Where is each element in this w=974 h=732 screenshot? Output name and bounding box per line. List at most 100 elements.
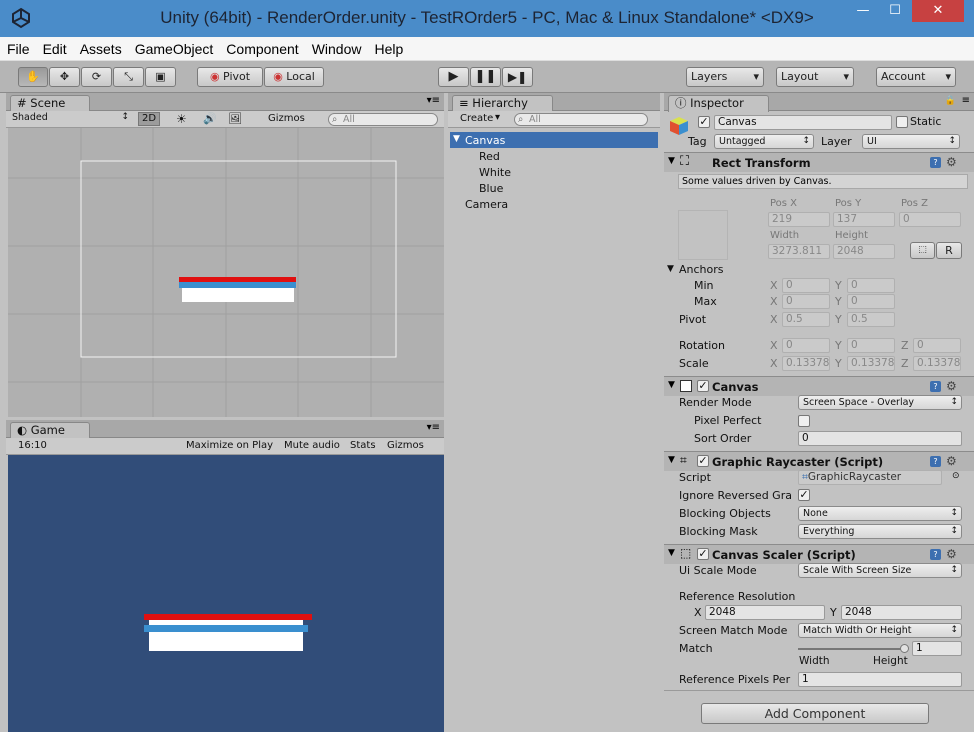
- panel-menu-icon[interactable]: ▾≡: [427, 95, 440, 106]
- reference-y-field[interactable]: 2048: [841, 605, 962, 620]
- ui-scale-mode-dropdown[interactable]: Scale With Screen Size: [798, 563, 962, 578]
- play-button[interactable]: ▶: [438, 67, 469, 87]
- hierarchy-search-input[interactable]: ⌕ All: [514, 113, 648, 126]
- active-checkbox[interactable]: ✓: [698, 116, 710, 128]
- scale-tool-button[interactable]: ⤡: [113, 67, 144, 87]
- render-mode-dropdown[interactable]: Screen Space - Overlay: [798, 395, 962, 410]
- menu-edit[interactable]: Edit: [36, 37, 73, 57]
- collapse-arrow-icon[interactable]: ▼: [668, 156, 675, 166]
- hand-tool-button[interactable]: ✋: [18, 67, 48, 87]
- add-component-button[interactable]: Add Component: [701, 703, 929, 724]
- game-view[interactable]: [8, 455, 444, 732]
- raw-edit-button[interactable]: R: [936, 242, 962, 259]
- canvas-scaler-header[interactable]: ▼ ⬚ ✓ Canvas Scaler (Script) ? ⚙: [664, 544, 974, 564]
- menu-gameobject[interactable]: GameObject: [128, 37, 220, 57]
- local-button[interactable]: ◉ Local: [264, 67, 324, 87]
- canvas-component-header[interactable]: ▼ ✓ Canvas ? ⚙: [664, 376, 974, 396]
- gear-icon[interactable]: ⚙: [946, 454, 957, 468]
- account-dropdown[interactable]: Account ▾: [876, 67, 956, 87]
- maximize-button[interactable]: ☐: [880, 0, 910, 22]
- game-gizmos-dropdown[interactable]: Gizmos: [387, 440, 424, 451]
- red-image[interactable]: [179, 277, 296, 282]
- help-icon[interactable]: ?: [930, 456, 941, 467]
- shading-dropdown[interactable]: Shaded: [8, 111, 132, 126]
- menu-window[interactable]: Window: [305, 37, 368, 57]
- list-item[interactable]: Camera: [465, 198, 508, 211]
- match-slider-thumb[interactable]: [900, 644, 909, 653]
- panel-menu-icon[interactable]: ≡: [962, 95, 970, 106]
- tab-scene[interactable]: # Scene: [10, 95, 91, 112]
- audio-icon[interactable]: 🔊: [203, 112, 217, 125]
- 2d-toggle[interactable]: 2D: [138, 112, 160, 126]
- blocking-mask-dropdown[interactable]: Everything: [798, 524, 962, 539]
- lighting-icon[interactable]: ☀: [176, 112, 187, 126]
- rect-tool-button[interactable]: ▣: [145, 67, 176, 87]
- maximize-on-play-toggle[interactable]: Maximize on Play: [186, 440, 273, 451]
- collapse-arrow-icon[interactable]: ▼: [667, 264, 674, 274]
- blocking-objects-dropdown[interactable]: None: [798, 506, 962, 521]
- help-icon[interactable]: ?: [930, 157, 941, 168]
- anchor-preset-button[interactable]: [678, 210, 728, 260]
- move-tool-button[interactable]: ✥: [49, 67, 80, 87]
- list-item[interactable]: Canvas: [465, 134, 505, 147]
- panel-menu-icon[interactable]: ▾≡: [427, 422, 440, 433]
- list-item[interactable]: White: [479, 166, 511, 179]
- collapse-arrow-icon[interactable]: ▼: [668, 455, 675, 465]
- step-button[interactable]: ▶❚: [502, 67, 533, 87]
- stats-toggle[interactable]: Stats: [350, 440, 376, 451]
- close-button[interactable]: ✕: [912, 0, 964, 22]
- scene-view[interactable]: [8, 128, 444, 417]
- tab-inspector[interactable]: ⓘ Inspector: [668, 95, 769, 112]
- menu-file[interactable]: File: [0, 37, 36, 57]
- create-dropdown[interactable]: Create: [460, 113, 493, 124]
- tab-game[interactable]: ◐ Game: [10, 422, 90, 439]
- screen-match-mode-dropdown[interactable]: Match Width Or Height: [798, 623, 962, 638]
- collapse-arrow-icon[interactable]: ▼: [668, 548, 675, 558]
- list-item[interactable]: Blue: [479, 182, 503, 195]
- scene-search-input[interactable]: ⌕ All: [328, 113, 438, 126]
- match-slider-track[interactable]: [798, 648, 908, 650]
- static-checkbox[interactable]: [896, 116, 908, 128]
- rect-transform-header[interactable]: ▼ ⛶ Rect Transform ? ⚙: [664, 152, 974, 172]
- object-picker-icon[interactable]: ⊙: [952, 471, 960, 481]
- match-value-field[interactable]: 1: [912, 641, 962, 656]
- reference-pixels-field[interactable]: 1: [798, 672, 962, 687]
- gear-icon[interactable]: ⚙: [946, 155, 957, 169]
- pivot-button[interactable]: ◉ Pivot: [197, 67, 263, 87]
- reference-x-field[interactable]: 2048: [705, 605, 825, 620]
- menu-help[interactable]: Help: [367, 37, 409, 57]
- gear-icon[interactable]: ⚙: [946, 547, 957, 561]
- expand-arrow-icon[interactable]: ▼: [453, 134, 460, 144]
- help-icon[interactable]: ?: [930, 549, 941, 560]
- layers-dropdown[interactable]: Layers ▾: [686, 67, 764, 87]
- aspect-dropdown[interactable]: 16:10: [18, 440, 47, 451]
- ignore-reversed-checkbox[interactable]: ✓: [798, 489, 810, 501]
- enable-checkbox[interactable]: ✓: [697, 380, 709, 392]
- enable-checkbox[interactable]: ✓: [697, 455, 709, 467]
- help-icon[interactable]: ?: [930, 381, 941, 392]
- gear-icon[interactable]: ⚙: [946, 379, 957, 393]
- object-name-field[interactable]: Canvas: [714, 115, 892, 130]
- menu-assets[interactable]: Assets: [73, 37, 128, 57]
- pause-button[interactable]: ❚❚: [470, 67, 501, 87]
- lock-icon[interactable]: 🔒: [945, 96, 956, 106]
- graphic-raycaster-header[interactable]: ▼ ⌗ ✓ Graphic Raycaster (Script) ? ⚙: [664, 451, 974, 471]
- effects-icon[interactable]: 🖼: [228, 112, 242, 125]
- list-item[interactable]: Red: [479, 150, 500, 163]
- scene-gizmos-dropdown[interactable]: Gizmos: [268, 113, 305, 124]
- menu-component[interactable]: Component: [219, 37, 304, 57]
- pixel-perfect-checkbox[interactable]: [798, 415, 810, 427]
- rotate-tool-button[interactable]: ⟳: [81, 67, 112, 87]
- layer-dropdown[interactable]: UI: [862, 134, 960, 149]
- mute-audio-toggle[interactable]: Mute audio: [284, 440, 340, 451]
- enable-checkbox[interactable]: ✓: [697, 548, 709, 560]
- tag-dropdown[interactable]: Untagged: [714, 134, 814, 149]
- layout-dropdown[interactable]: Layout ▾: [776, 67, 854, 87]
- blueprint-mode-button[interactable]: ⬚: [910, 242, 935, 259]
- red-image: [144, 614, 312, 620]
- tab-hierarchy[interactable]: ≡ Hierarchy: [452, 95, 553, 112]
- collapse-arrow-icon[interactable]: ▼: [668, 380, 675, 390]
- sort-order-field[interactable]: 0: [798, 431, 962, 446]
- minimize-button[interactable]: —: [848, 0, 878, 22]
- blue-image[interactable]: [179, 282, 296, 288]
